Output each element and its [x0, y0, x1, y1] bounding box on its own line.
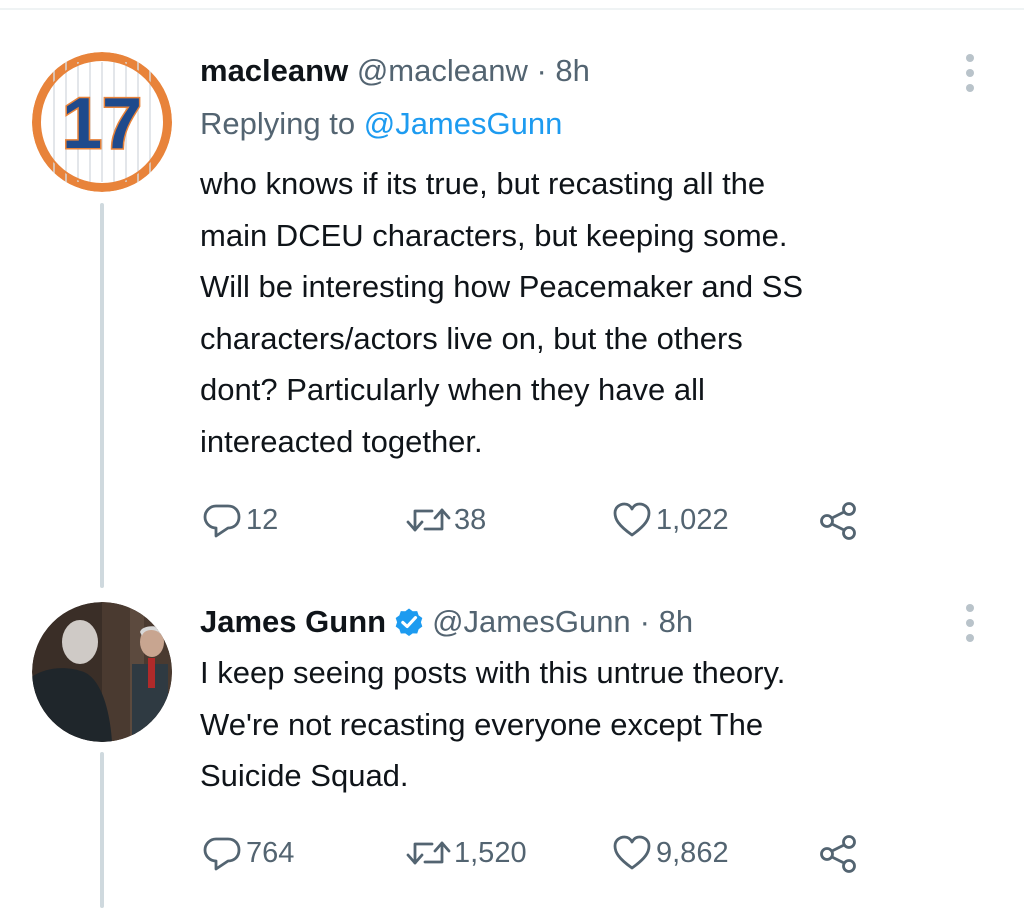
timestamp[interactable]: · 8h — [640, 602, 693, 642]
timestamp[interactable]: · 8h — [536, 53, 589, 88]
tweet-text-line: intereacted together. — [200, 423, 483, 459]
tweet-text-line: I keep seeing posts with this untrue the… — [200, 655, 786, 690]
tweet-text-line: We're not recasting everyone except The — [200, 706, 764, 742]
reply-icon — [203, 504, 241, 538]
retweet-icon — [406, 841, 451, 865]
tweet-text-line: main DCEU characters, but keeping some. — [200, 217, 788, 253]
like-count: 1,022 — [656, 503, 729, 536]
retweet-count: 1,520 — [454, 836, 527, 869]
tweet-text-line: dont? Particularly when they have all — [200, 372, 705, 407]
reply-button[interactable]: 764 — [202, 833, 294, 873]
like-button[interactable]: 1,022 — [612, 500, 729, 540]
share-button[interactable] — [818, 500, 860, 542]
retweet-button[interactable]: 1,520 — [404, 833, 527, 873]
reply-button[interactable]: 12 — [202, 500, 278, 540]
replying-handle-link[interactable]: @JamesGunn — [364, 106, 563, 141]
reply-count: 764 — [246, 836, 295, 869]
reply-icon — [203, 837, 241, 871]
verified-badge-icon — [395, 608, 423, 637]
share-icon — [820, 502, 856, 540]
tweet-text-line: Suicide Squad. — [200, 758, 409, 793]
avatar-photo-image — [32, 602, 172, 742]
share-button[interactable] — [818, 833, 860, 875]
avatar-jamesgunn[interactable] — [32, 602, 172, 742]
tweet-text: who knows if its true, but recasting all… — [200, 158, 990, 467]
tweet-text-line: who knows if its true, but recasting all… — [200, 166, 766, 201]
like-icon — [613, 502, 651, 537]
more-options-icon[interactable] — [966, 54, 976, 99]
avatar-macleanw[interactable]: 17 — [32, 52, 172, 192]
handle[interactable]: @macleanw — [357, 53, 528, 88]
tweet-text: I keep seeing posts with this untrue the… — [200, 647, 990, 802]
tweet-text-line: Will be interesting how Peacemaker and S… — [200, 269, 804, 304]
handle[interactable]: @JamesGunn — [432, 602, 631, 642]
tweet-header: macleanw @macleanw · 8h — [200, 51, 590, 91]
avatar-17-image: 17 — [32, 52, 172, 192]
tweet-header: James Gunn @JamesGunn · 8h — [200, 602, 693, 642]
like-icon — [613, 835, 651, 870]
share-icon — [820, 835, 856, 873]
avatar-number: 17 — [62, 84, 142, 164]
thread-line — [100, 752, 104, 908]
reply-count: 12 — [246, 503, 279, 536]
retweet-button[interactable]: 38 — [404, 500, 486, 540]
like-count: 9,862 — [656, 836, 729, 869]
like-button[interactable]: 9,862 — [612, 833, 729, 873]
replying-to: Replying to @JamesGunn — [200, 104, 562, 144]
display-name[interactable]: macleanw — [200, 53, 348, 88]
top-divider — [0, 8, 1024, 10]
replying-prefix: Replying to — [200, 106, 356, 141]
display-name[interactable]: James Gunn — [200, 602, 386, 642]
retweet-count: 38 — [454, 503, 487, 536]
tweet-text-line: characters/actors live on, but the other… — [200, 320, 743, 356]
thread-line — [100, 203, 104, 588]
retweet-icon — [406, 508, 451, 532]
more-options-icon[interactable] — [966, 604, 976, 649]
